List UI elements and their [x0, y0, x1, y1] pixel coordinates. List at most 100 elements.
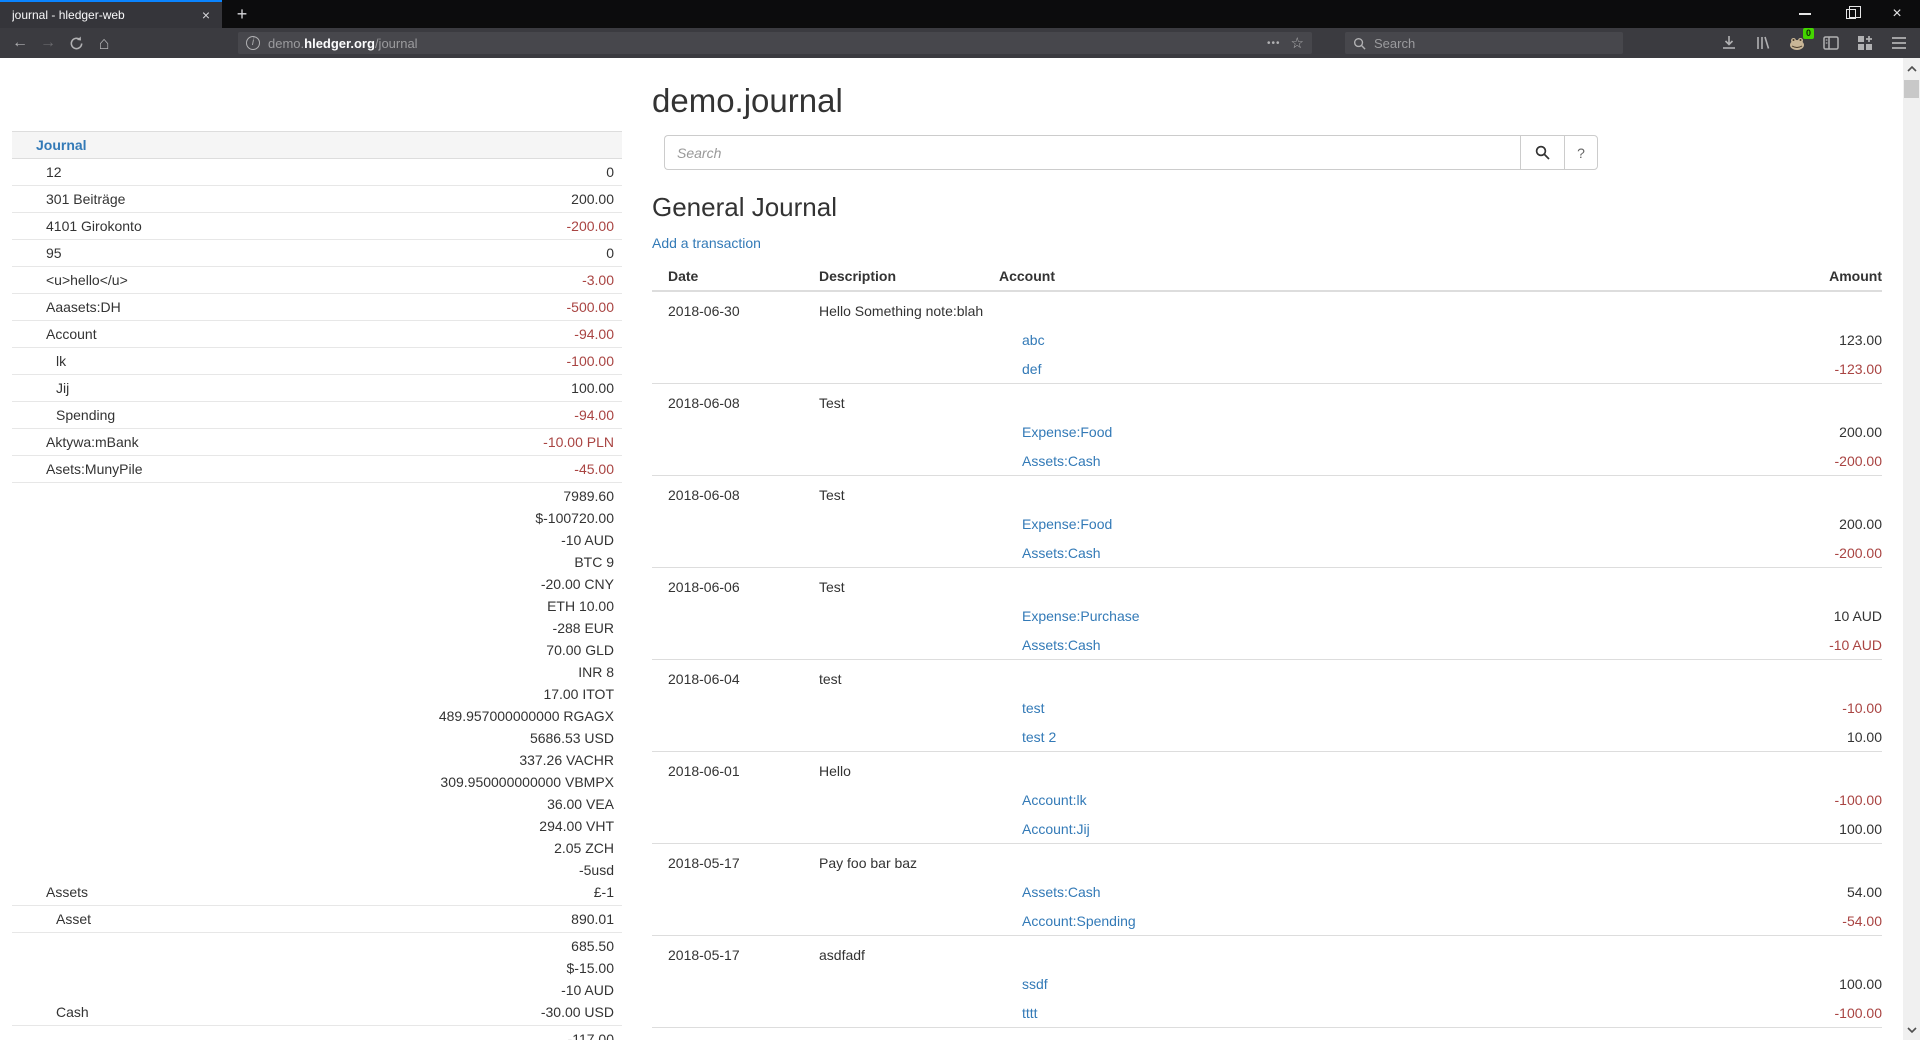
- scroll-up-arrow[interactable]: [1903, 60, 1920, 77]
- account-name-link[interactable]: Assets: [46, 881, 88, 903]
- bookmark-star-icon[interactable]: ☆: [1291, 34, 1304, 52]
- account-name-link[interactable]: Jij: [46, 377, 69, 399]
- downloads-button[interactable]: [1718, 32, 1740, 54]
- posting-account-link[interactable]: Account:Spending: [1022, 913, 1136, 929]
- posting-amount: 100.00: [1839, 821, 1882, 837]
- library-button[interactable]: [1752, 32, 1774, 54]
- tx-date: 2018-06-04: [652, 671, 819, 687]
- posting-account-link[interactable]: tttt: [1022, 1005, 1038, 1021]
- browser-tab[interactable]: journal - hledger-web ×: [0, 0, 222, 28]
- posting-amount: -200.00: [1835, 453, 1882, 469]
- journal-search-button[interactable]: [1520, 135, 1564, 170]
- transaction-row: 2018-06-04testtest-10.00test 210.00: [652, 660, 1882, 752]
- sidebar-panel-icon: [1823, 35, 1839, 51]
- posting-account-link[interactable]: Expense:Food: [1022, 516, 1112, 532]
- search-help-button[interactable]: ?: [1564, 135, 1598, 170]
- page-scrollbar[interactable]: [1903, 58, 1920, 1040]
- account-name-link[interactable]: Aaasets:DH: [46, 296, 121, 318]
- account-balance: 0: [606, 161, 614, 183]
- add-transaction-link[interactable]: Add a transaction: [652, 235, 761, 251]
- posting-account-link[interactable]: Expense:Food: [1022, 424, 1112, 440]
- tx-description: Test: [819, 395, 845, 411]
- journal-search-input[interactable]: [664, 135, 1520, 170]
- sidebar-account-row: -117.00: [12, 1026, 622, 1040]
- posting-account-link[interactable]: ssdf: [1022, 976, 1048, 992]
- url-bar[interactable]: i demo.hledger.org/journal ••• ☆: [238, 32, 1312, 54]
- balance-amount: -10 AUD: [439, 529, 614, 551]
- search-icon: [1535, 145, 1550, 160]
- toolbar-search[interactable]: Search: [1345, 32, 1623, 54]
- tx-description: Pay foo bar baz: [819, 855, 917, 871]
- account-name-link[interactable]: 95: [46, 242, 62, 264]
- posting-account-link[interactable]: Assets:Cash: [1022, 884, 1101, 900]
- posting-account-link[interactable]: Account:lk: [1022, 792, 1087, 808]
- posting-row: Account:Jij 100.00: [652, 814, 1882, 843]
- balance-amount: 17.00 ITOT: [439, 683, 614, 705]
- reload-button[interactable]: [62, 30, 90, 56]
- balance-amount: 890.01: [571, 908, 614, 930]
- posting-account-link[interactable]: abc: [1022, 332, 1045, 348]
- page-actions-icon[interactable]: •••: [1267, 38, 1281, 49]
- posting-amount: 100.00: [1839, 976, 1882, 992]
- transaction-title-row: 2018-05-17Test: [652, 1032, 1882, 1040]
- balance-amount: -117.00: [568, 1028, 614, 1040]
- posting-account-link[interactable]: Account:Jij: [1022, 821, 1090, 837]
- account-name-link[interactable]: Cash: [46, 1001, 89, 1023]
- posting-account-link[interactable]: Assets:Cash: [1022, 545, 1101, 561]
- window-restore-button[interactable]: [1828, 0, 1874, 28]
- posting-row: def-123.00: [652, 354, 1882, 383]
- account-name-link[interactable]: <u>hello</u>: [46, 269, 128, 291]
- menu-button[interactable]: [1888, 32, 1910, 54]
- back-button[interactable]: ←: [6, 30, 34, 56]
- posting-row: ssdf 100.00: [652, 969, 1882, 998]
- account-balance: -117.00: [568, 1028, 614, 1040]
- account-name-link[interactable]: Spending: [46, 404, 115, 426]
- search-icon: [1353, 37, 1366, 50]
- transaction-title-row: 2018-06-08Test: [652, 388, 1882, 417]
- posting-account-link[interactable]: test 2: [1022, 729, 1056, 745]
- minimize-icon: [1799, 13, 1811, 15]
- site-info-icon[interactable]: i: [246, 36, 260, 50]
- account-balance: -100.00: [567, 350, 614, 372]
- account-name-link[interactable]: lk: [46, 350, 66, 372]
- extensions-grid-button[interactable]: [1854, 32, 1876, 54]
- tab-close-icon[interactable]: ×: [198, 8, 214, 22]
- posting-row: Account:lk-100.00: [652, 785, 1882, 814]
- account-balance: -500.00: [567, 296, 614, 318]
- journal-search-form: ?: [664, 135, 1598, 170]
- scrollbar-thumb[interactable]: [1904, 80, 1919, 98]
- new-tab-button[interactable]: +: [230, 3, 254, 27]
- journal-link[interactable]: Journal: [36, 137, 87, 153]
- posting-account-link[interactable]: def: [1022, 361, 1041, 377]
- grid-plus-icon: [1857, 35, 1873, 51]
- library-icon: [1755, 35, 1771, 51]
- account-name-link[interactable]: Aktywa:mBank: [46, 431, 139, 453]
- window-close-button[interactable]: ×: [1874, 0, 1920, 28]
- accounts-sidebar: Journal 120301 Beiträge200.004101 Giroko…: [12, 131, 622, 1040]
- home-button[interactable]: ⌂: [90, 30, 118, 56]
- scroll-down-arrow[interactable]: [1903, 1021, 1920, 1038]
- posting-account-link[interactable]: test: [1022, 700, 1045, 716]
- posting-amount: -100.00: [1835, 1005, 1882, 1021]
- account-name-link[interactable]: 301 Beiträge: [46, 188, 125, 210]
- extension-button[interactable]: 0: [1786, 32, 1808, 54]
- transaction-title-row: 2018-05-17Pay foo bar baz: [652, 848, 1882, 877]
- account-name-link[interactable]: 12: [46, 161, 62, 183]
- account-name-link[interactable]: Asset: [46, 908, 91, 930]
- posting-account-link[interactable]: Expense:Purchase: [1022, 608, 1140, 624]
- forward-button[interactable]: →: [34, 30, 62, 56]
- account-balance: -200.00: [567, 215, 614, 237]
- account-balance: 7989.60$-100720.00-10 AUDBTC 9-20.00 CNY…: [439, 485, 614, 903]
- sidebars-button[interactable]: [1820, 32, 1842, 54]
- account-name-link[interactable]: 4101 Girokonto: [46, 215, 142, 237]
- reload-icon: [69, 36, 84, 51]
- account-name-link[interactable]: Asets:MunyPile: [46, 458, 142, 480]
- posting-account-link[interactable]: Assets:Cash: [1022, 453, 1101, 469]
- posting-account-link[interactable]: Assets:Cash: [1022, 637, 1101, 653]
- window-minimize-button[interactable]: [1782, 0, 1828, 28]
- posting-amount: -10.00: [1842, 700, 1882, 716]
- account-name-link[interactable]: Account: [46, 323, 97, 345]
- transaction-title-row: 2018-06-06Test: [652, 572, 1882, 601]
- tx-description: Test: [819, 487, 845, 503]
- transaction-row: 2018-06-08TestExpense:Food200.00Assets:C…: [652, 476, 1882, 568]
